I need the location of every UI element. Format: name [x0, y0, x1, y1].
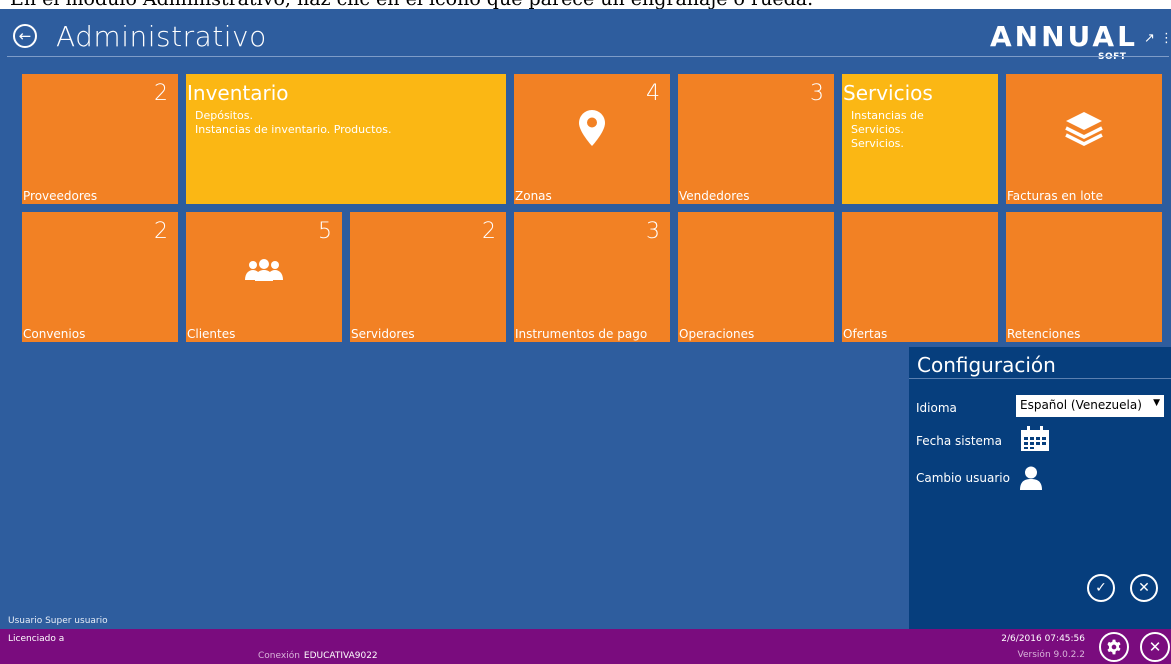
back-button[interactable]: ←: [13, 24, 37, 48]
tile-servicios[interactable]: Servicios Instancias de Servicios. Servi…: [842, 74, 998, 204]
user-label: Usuario: [8, 616, 43, 626]
more-options-icon[interactable]: ⋮: [1160, 31, 1171, 46]
tile-label: Ofertas: [843, 327, 888, 341]
instruction-banner: En el módulo Administrativo, haz clic en…: [0, 0, 1171, 9]
tile-label: Convenios: [23, 327, 86, 341]
tile-label: Retenciones: [1007, 327, 1081, 341]
close-icon: ✕: [1148, 637, 1162, 656]
config-divider: [909, 378, 1171, 379]
instruction-text: En el módulo Administrativo, haz clic en…: [10, 0, 813, 9]
tile-label: Operaciones: [679, 327, 755, 341]
tile-count: 2: [482, 219, 496, 244]
language-value: Español (Venezuela): [1020, 398, 1142, 412]
tile-vendedores[interactable]: 3 Vendedores: [678, 74, 834, 204]
annual-soft-logo: ANNUAL: [990, 20, 1138, 53]
arrow-left-icon: ←: [18, 26, 32, 45]
tile-desc-line[interactable]: Instancias de: [851, 109, 924, 123]
user-value: Super usuario: [45, 616, 108, 626]
tile-count: 5: [318, 219, 332, 244]
tile-label: Servidores: [351, 327, 415, 341]
tile-facturas-en-lote[interactable]: Facturas en lote: [1006, 74, 1162, 204]
tile-count: 3: [810, 81, 824, 106]
config-panel: Configuración Idioma Español (Venezuela)…: [909, 347, 1171, 664]
close-app-button[interactable]: ✕: [1140, 632, 1170, 662]
tile-count: 4: [646, 81, 660, 106]
tile-desc-line[interactable]: Instancias de inventario. Productos.: [195, 123, 391, 137]
calendar-icon[interactable]: [1020, 426, 1050, 452]
tile-title: Servicios: [843, 81, 933, 105]
licensed-label: Licenciado a: [8, 634, 65, 644]
tile-inventario[interactable]: Inventario Depósitos. Instancias de inve…: [186, 74, 506, 204]
status-bar: Licenciado a Conexión EDUCATIVA9022 2/6/2…: [0, 629, 1171, 664]
tile-label: Clientes: [187, 327, 236, 341]
tile-servidores[interactable]: 2 Servidores: [350, 212, 506, 342]
tile-count: 3: [646, 219, 660, 244]
settings-button[interactable]: [1099, 632, 1129, 662]
current-user: Usuario Super usuario: [8, 616, 108, 626]
tile-count: 2: [154, 81, 168, 106]
gear-icon: [1107, 639, 1121, 655]
app-header: ← Administrativo ANNUAL SOFT ↗ ⋮: [0, 9, 1171, 62]
tile-label: Instrumentos de pago: [515, 327, 648, 341]
restore-window-icon[interactable]: ↗: [1144, 31, 1155, 46]
tile-title: Inventario: [187, 81, 289, 105]
system-date-label: Fecha sistema: [916, 434, 1002, 448]
map-pin-icon: [579, 110, 605, 146]
tile-convenios[interactable]: 2 Convenios: [22, 212, 178, 342]
tile-desc-line[interactable]: Servicios.: [851, 137, 924, 151]
change-user-label: Cambio usuario: [916, 471, 1010, 485]
connection-value: EDUCATIVA9022: [303, 651, 378, 661]
user-icon[interactable]: [1020, 466, 1042, 490]
connection-label: Conexión: [258, 651, 300, 661]
language-select[interactable]: Español (Venezuela) ▼: [1016, 395, 1164, 417]
tile-proveedores[interactable]: 2 Proveedores: [22, 74, 178, 204]
connection-info: Conexión EDUCATIVA9022: [258, 651, 378, 661]
tile-label: Proveedores: [23, 189, 98, 203]
close-icon: ✕: [1138, 580, 1150, 596]
config-title: Configuración: [917, 353, 1056, 377]
tile-retenciones[interactable]: Retenciones: [1006, 212, 1162, 342]
tile-instrumentos-de-pago[interactable]: 3 Instrumentos de pago: [514, 212, 670, 342]
tile-label: Zonas: [515, 189, 552, 203]
page-title: Administrativo: [56, 20, 267, 53]
logo-subtitle: SOFT: [1098, 52, 1127, 62]
accept-button[interactable]: ✓: [1087, 574, 1115, 602]
tile-clientes[interactable]: 5 Clientes: [186, 212, 342, 342]
chevron-down-icon: ▼: [1153, 398, 1160, 408]
system-datetime: 2/6/2016 07:45:56: [1001, 634, 1085, 644]
tile-description: Depósitos. Instancias de inventario. Pro…: [195, 109, 391, 137]
users-icon: [245, 259, 283, 281]
cancel-button[interactable]: ✕: [1130, 574, 1158, 602]
tile-desc-line[interactable]: Servicios.: [851, 123, 924, 137]
check-icon: ✓: [1095, 580, 1107, 596]
header-divider: [7, 56, 1169, 57]
tile-description: Instancias de Servicios. Servicios.: [851, 109, 924, 151]
tile-desc-line[interactable]: Depósitos.: [195, 109, 391, 123]
layers-icon: [1065, 112, 1103, 146]
tile-label: Facturas en lote: [1007, 189, 1103, 203]
tile-label: Vendedores: [679, 189, 750, 203]
tile-operaciones[interactable]: Operaciones: [678, 212, 834, 342]
tile-count: 2: [154, 219, 168, 244]
app-version: Versión 9.0.2.2: [1017, 650, 1085, 660]
tile-ofertas[interactable]: Ofertas: [842, 212, 998, 342]
language-label: Idioma: [916, 401, 957, 415]
tile-zonas[interactable]: 4 Zonas: [514, 74, 670, 204]
